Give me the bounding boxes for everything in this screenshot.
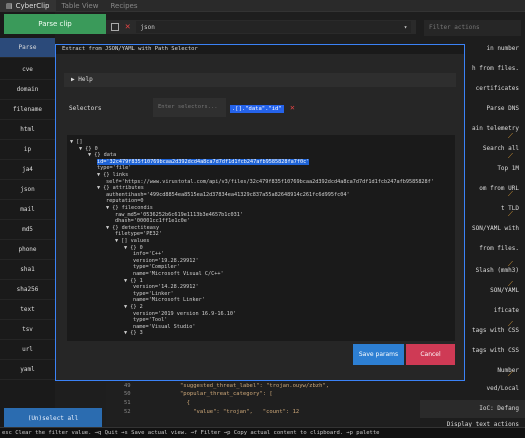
language-select[interactable]: json ▾	[136, 21, 412, 33]
selector-input[interactable]: Enter selectors...	[153, 98, 226, 117]
code-line: "value": "trojan", "count": 12	[180, 409, 300, 415]
chevron-down-icon: ▾	[403, 23, 408, 31]
tree-node[interactable]: ▼ {} 3	[124, 330, 143, 336]
parser-item-url[interactable]: url	[0, 340, 55, 360]
parser-item-ja4[interactable]: ja4	[0, 160, 55, 180]
parser-item-phone[interactable]: phone	[0, 240, 55, 260]
editor-panel: 49 "suggested_threat_label": "trojan.ouy…	[106, 383, 420, 425]
tree-node[interactable]: name='Visual Studio'	[133, 324, 195, 330]
path-selector-dialog: Extract from JSON/YAML with Path Selecto…	[55, 44, 465, 381]
save-params-button[interactable]: Save params	[353, 344, 404, 365]
parser-item-sha256[interactable]: sha256	[0, 280, 55, 300]
cancel-button[interactable]: Cancel	[406, 344, 455, 365]
tree-node[interactable]: dhash='00001cc1ff1e1c0e'	[115, 218, 190, 224]
dialog-title: Extract from JSON/YAML with Path Selecto…	[56, 45, 464, 54]
action-item[interactable]: ved/Local	[420, 380, 525, 398]
tree-node[interactable]: reputation=0	[106, 198, 143, 204]
floppy-icon[interactable]	[111, 23, 119, 31]
help-toggle[interactable]: ▶ Help	[64, 73, 456, 87]
titlebar: ▤ CyberClip Table View Recipes	[0, 0, 525, 12]
wand-icon: ⟋	[508, 280, 513, 288]
parser-item-mail[interactable]: mail	[0, 200, 55, 220]
tree-node[interactable]: type='file'	[97, 165, 131, 171]
tree-node[interactable]: ▼ {} data	[88, 152, 116, 158]
tree-node[interactable]: name='Microsoft Linker'	[133, 297, 205, 303]
tree-node[interactable]: ▼ {} 2	[124, 304, 143, 310]
parser-item-yaml[interactable]: yaml	[0, 360, 55, 380]
language-value: json	[140, 23, 155, 31]
tree-node[interactable]: ▼ [] values	[115, 238, 149, 244]
line-number: 49	[124, 383, 131, 389]
tree-node[interactable]: version='2019 version 16.9-16.10'	[133, 311, 236, 317]
tree-node[interactable]: name='Microsoft Visual C/C++'	[133, 271, 224, 277]
parser-item-tsv[interactable]: tsv	[0, 320, 55, 340]
tree-node[interactable]: type='Tool'	[133, 317, 167, 323]
tab-table-view[interactable]: Table View	[56, 0, 105, 12]
wand-icon: ⟋	[508, 210, 513, 218]
parser-item-ip[interactable]: ip	[0, 140, 55, 160]
tree-node[interactable]: ▼ {} links	[97, 172, 128, 178]
left-panel: Parse cve domain filename html ip ja4 js…	[0, 12, 55, 438]
tree-node[interactable]: version='14.28.29912'	[133, 284, 199, 290]
tree-node[interactable]: filetype='PE32'	[115, 231, 162, 237]
parser-item-parse[interactable]: Parse	[0, 38, 55, 58]
parser-item-json[interactable]: json	[0, 180, 55, 200]
close-icon[interactable]: ✕	[125, 22, 130, 32]
parser-item-filename[interactable]: filename	[0, 100, 55, 120]
tree-node[interactable]: self='https://www.virustotal.com/api/v3/…	[106, 179, 434, 185]
tree-node[interactable]: ▼ {} detectiteasy	[106, 225, 159, 231]
status-bar: esc Clear the filter value. →q Quit →s S…	[0, 427, 525, 438]
tree-node[interactable]: version='19.28.29912'	[133, 258, 199, 264]
tree-node[interactable]: ▼ {} filecondis	[106, 205, 153, 211]
selector-chip[interactable]: .[]."data"."id"	[230, 105, 284, 113]
tree-node-selected[interactable]: id='32c479f835f10769bcaa2d392dcd4a8ca7d7…	[97, 158, 310, 165]
selectors-label: Selectors	[69, 105, 102, 112]
parse-clip-button[interactable]: Parse clip	[4, 14, 106, 34]
tree-node[interactable]: authentihash='499cd8854ea8515ea12d37834e…	[106, 192, 350, 198]
code-line: "popular_threat_category": [	[180, 391, 273, 397]
toolbar: ✕ json ▾	[106, 20, 416, 34]
tree-node[interactable]: raw_md5='0536252b6c619e1113b3e4657b1c031…	[115, 212, 243, 218]
code-line: "suggested_threat_label": "trojan.ouyw/z…	[180, 383, 330, 389]
tree-node[interactable]: ▼ {} attributes	[97, 185, 144, 191]
line-number: 52	[124, 409, 131, 415]
wand-icon: ⟋	[508, 190, 513, 198]
parser-item-cve[interactable]: cve	[0, 60, 55, 80]
tree-node[interactable]: type='Compiler'	[133, 264, 180, 270]
wand-icon: ⟋	[508, 260, 513, 268]
wand-icon: ⟋	[508, 370, 513, 378]
wand-icon: ⟋	[508, 132, 513, 140]
parser-item-text[interactable]: text	[0, 300, 55, 320]
tree-node[interactable]: ▼ {} 1	[124, 278, 143, 284]
parser-item-sha1[interactable]: sha1	[0, 260, 55, 280]
tree-node[interactable]: type='Linker'	[133, 291, 174, 297]
filter-actions-input[interactable]: Filter actions	[424, 20, 521, 36]
tree-node[interactable]: ▼ []	[70, 139, 83, 145]
tab-recipes[interactable]: Recipes	[104, 0, 143, 12]
tree-node[interactable]: ▼ {} 0	[79, 146, 98, 152]
remove-selector-icon[interactable]: ✕	[290, 103, 295, 112]
tree-node[interactable]: ▼ {} 0	[124, 245, 143, 251]
wand-icon: ⟋	[508, 320, 513, 328]
json-tree[interactable]: ▼ [] ▼ {} 0 ▼ {} data id='32c479f835f10769b…	[67, 135, 455, 341]
tree-node[interactable]: info='C++'	[133, 251, 164, 257]
line-number: 51	[124, 400, 131, 406]
code-line: {	[180, 400, 190, 406]
unselect-all-button[interactable]: (Un)select all	[4, 408, 102, 428]
app-icon: ▤	[6, 1, 13, 10]
wand-icon: ⟋	[508, 152, 513, 160]
parser-item-html[interactable]: html	[0, 120, 55, 140]
tab-cyberclip[interactable]: ▤ CyberClip	[0, 0, 56, 12]
parser-item-md5[interactable]: md5	[0, 220, 55, 240]
parser-item-domain[interactable]: domain	[0, 80, 55, 100]
status-text: esc Clear the filter value. →q Quit →s S…	[2, 430, 380, 436]
line-number: 50	[124, 391, 131, 397]
